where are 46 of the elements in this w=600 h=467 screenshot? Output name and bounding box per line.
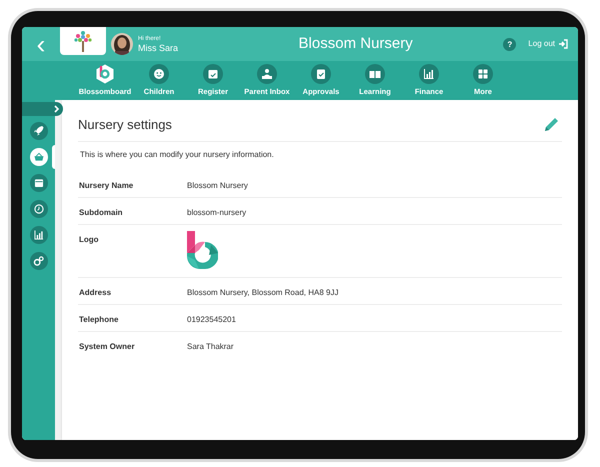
grid-icon — [473, 64, 493, 84]
smiley-icon — [149, 64, 169, 84]
basket-icon — [30, 148, 48, 166]
field-label: Telephone — [79, 314, 120, 326]
sidebar-item[interactable] — [30, 148, 48, 166]
field-label: Address — [79, 286, 112, 298]
tree-icon — [72, 29, 94, 53]
sidebar-item[interactable] — [30, 226, 48, 244]
field-value: blossom-nursery — [187, 206, 246, 219]
gears-icon — [30, 252, 48, 270]
field-label: Logo — [79, 234, 100, 246]
brand-logo-icon — [95, 64, 115, 84]
logout-button[interactable]: Log out — [528, 38, 568, 50]
field-label: Nursery Name — [79, 180, 134, 192]
sidebar-item[interactable] — [30, 200, 48, 218]
expand-button[interactable] — [22, 102, 63, 116]
edit-button[interactable] — [543, 116, 560, 134]
logo-icon — [187, 230, 218, 268]
calendar-icon — [203, 64, 223, 84]
clipboard-icon — [311, 64, 331, 84]
selection-indicator — [52, 145, 54, 169]
chevron-right-icon — [54, 105, 60, 113]
app-title: Blossom Nursery — [298, 34, 413, 54]
person-icon — [257, 64, 277, 84]
sidebar-item[interactable] — [30, 122, 48, 140]
rocket-icon — [30, 122, 48, 140]
sidebar-item[interactable] — [30, 252, 48, 270]
logout-icon — [558, 39, 568, 49]
field-label: Subdomain — [79, 206, 124, 218]
clock-icon — [30, 200, 48, 218]
field-value: Sara Thakrar — [187, 340, 234, 352]
book-icon — [365, 64, 385, 84]
bar-chart-icon — [30, 226, 48, 244]
field-value: Blossom Nursery, Blossom Road, HA8 9JJ — [187, 286, 338, 299]
field-value: Blossom Nursery — [187, 180, 248, 192]
page-title: Nursery settings — [78, 116, 172, 134]
field-value: 01923545201 — [187, 314, 236, 326]
help-button[interactable]: ? — [503, 38, 516, 50]
pencil-icon — [543, 116, 560, 134]
field-label: System Owner — [79, 340, 136, 353]
back-button[interactable]: ‹ — [22, 31, 60, 57]
user-name: Miss Sara — [138, 44, 178, 52]
description-text: This is where you can modify your nursery information. — [79, 148, 275, 161]
sidebar-item[interactable] — [30, 174, 48, 192]
calendar-icon — [30, 174, 48, 192]
bar-chart-icon — [419, 64, 439, 84]
